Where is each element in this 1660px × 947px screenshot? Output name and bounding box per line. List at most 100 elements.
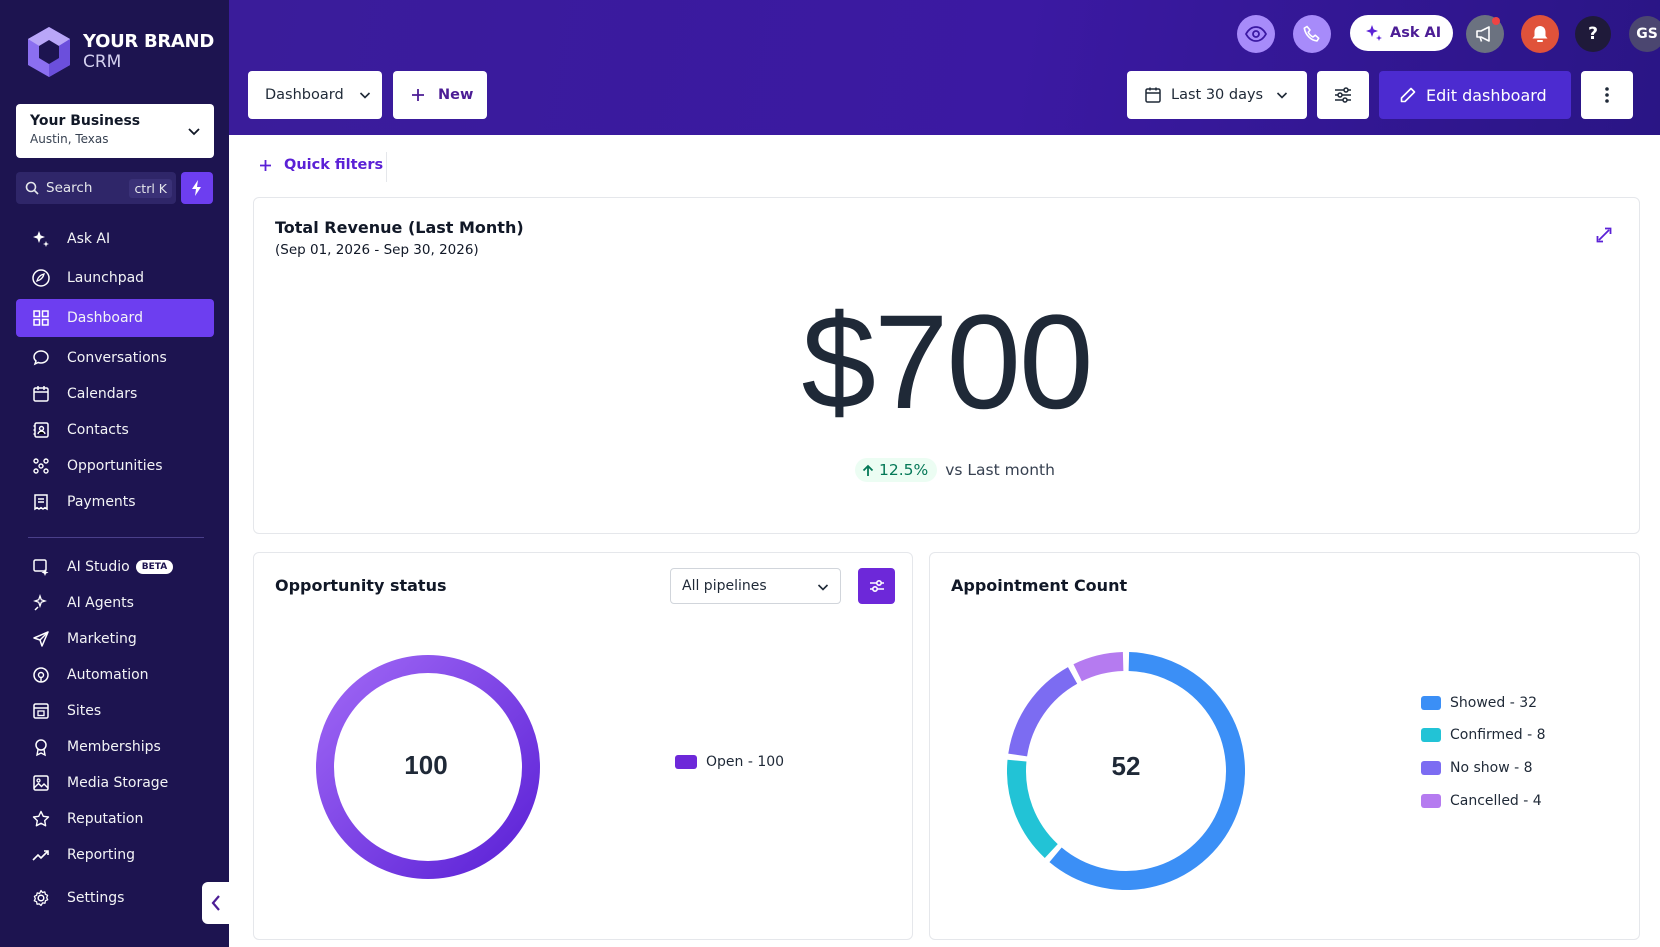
sidebar-item-opportunities[interactable]: Opportunities	[16, 448, 214, 484]
sparkle-icon	[33, 231, 49, 247]
brand-logo[interactable]: YOUR BRAND CRM	[25, 25, 214, 79]
date-range-select[interactable]: Last 30 days	[1127, 71, 1307, 119]
pipeline-select[interactable]: All pipelines	[670, 568, 841, 604]
gear-icon	[33, 889, 49, 907]
sidebar-item-memberships[interactable]: Memberships	[16, 729, 214, 765]
sidebar-item-label: Opportunities	[67, 458, 163, 474]
beta-badge: BETA	[135, 560, 174, 574]
sidebar-item-dashboard[interactable]: Dashboard	[16, 299, 214, 337]
opportunity-filter-button[interactable]	[858, 568, 895, 604]
business-switcher[interactable]: Your Business Austin, Texas	[16, 104, 214, 158]
notifications-button[interactable]	[1521, 15, 1559, 53]
unread-dot	[1492, 17, 1500, 25]
calendar-icon	[33, 386, 49, 402]
sidebar-divider	[28, 537, 204, 538]
automation-icon	[33, 667, 49, 683]
chevron-down-icon	[817, 584, 829, 591]
sidebar-item-calendars[interactable]: Calendars	[16, 376, 214, 412]
sidebar-item-media-storage[interactable]: Media Storage	[16, 765, 214, 801]
collapse-sidebar-button[interactable]	[202, 882, 229, 924]
sidebar-item-conversations[interactable]: Conversations	[16, 340, 214, 376]
sidebar-item-label: Sites	[67, 703, 102, 719]
business-location: Austin, Texas	[30, 132, 109, 146]
phone-button[interactable]	[1293, 15, 1331, 53]
sidebar-item-sites[interactable]: Sites	[16, 693, 214, 729]
sidebar-item-payments[interactable]: Payments	[16, 484, 214, 520]
dashboard-select-value: Dashboard	[265, 87, 344, 103]
arrow-up-icon	[862, 464, 874, 476]
business-name: Your Business	[30, 113, 141, 129]
preview-button[interactable]	[1237, 15, 1275, 53]
more-options-button[interactable]	[1581, 71, 1633, 119]
sidebar-item-ai-agents[interactable]: AI Agents	[16, 585, 214, 621]
total-revenue-card: Total Revenue (Last Month) (Sep 01, 2026…	[253, 197, 1640, 534]
top-header: Ask AI ? GS Dashboard New Last 30 days E…	[229, 0, 1660, 135]
announcements-button[interactable]	[1466, 15, 1504, 53]
plus-icon	[412, 89, 424, 101]
calendar-icon	[1145, 87, 1161, 103]
sidebar-item-label: Reputation	[67, 811, 144, 827]
chevron-left-icon	[211, 895, 220, 911]
donut-slice-cancelled[interactable]	[1073, 652, 1124, 682]
sliders-icon	[1335, 87, 1351, 103]
donut-slice-no-show[interactable]	[1008, 667, 1078, 757]
sidebar-item-label: Conversations	[67, 350, 167, 366]
memberships-icon	[35, 739, 47, 757]
legend-swatch	[675, 755, 697, 769]
edit-dashboard-button[interactable]: Edit dashboard	[1379, 71, 1571, 119]
appointment-title: Appointment Count	[951, 576, 1128, 595]
chevron-down-icon	[188, 128, 200, 136]
sliders-icon	[869, 579, 884, 593]
sidebar-item-settings[interactable]: Settings	[16, 880, 214, 916]
brand-name: YOUR BRAND	[83, 31, 214, 52]
filter-settings-button[interactable]	[1317, 71, 1369, 119]
opportunities-icon	[33, 458, 49, 474]
sidebar-item-label: Contacts	[67, 422, 129, 438]
contacts-icon	[33, 422, 49, 438]
legend-item-showed: Showed - 32	[1421, 695, 1537, 711]
opportunity-title: Opportunity status	[275, 576, 447, 595]
lightning-icon	[192, 180, 201, 196]
help-button[interactable]: ?	[1575, 16, 1611, 52]
quick-actions-button[interactable]	[181, 172, 213, 204]
revenue-value: $700	[801, 288, 1093, 437]
sidebar-nav-primary: Ask AI Launchpad Dashboard Conversations…	[16, 221, 214, 520]
dashboard-select[interactable]: Dashboard	[248, 71, 382, 119]
ai-studio-icon	[33, 559, 49, 576]
sidebar-item-label: Calendars	[67, 386, 138, 402]
sidebar-item-automation[interactable]: Automation	[16, 657, 214, 693]
new-button[interactable]: New	[393, 71, 487, 119]
quick-filters-button[interactable]: Quick filters	[259, 157, 383, 173]
sparkle-icon	[1366, 25, 1382, 41]
kebab-menu-icon	[1605, 87, 1609, 103]
date-range-value: Last 30 days	[1171, 87, 1264, 103]
sidebar-item-reputation[interactable]: Reputation	[16, 801, 214, 837]
search-label: Search	[46, 180, 93, 196]
sidebar-item-label: Payments	[67, 494, 136, 510]
legend-label: Open - 100	[706, 754, 785, 770]
ask-ai-button[interactable]: Ask AI	[1350, 15, 1453, 51]
sidebar-item-label: Automation	[67, 667, 149, 683]
sidebar-item-ask-ai[interactable]: Ask AI	[16, 221, 214, 257]
revenue-date-range: (Sep 01, 2026 - Sep 30, 2026)	[275, 242, 479, 258]
revenue-trend: 12.5% vs Last month	[855, 458, 1055, 482]
question-icon: ?	[1588, 24, 1598, 44]
search-input[interactable]: Search ctrl K	[16, 172, 176, 204]
chevron-down-icon	[1277, 92, 1288, 99]
chat-icon	[33, 350, 49, 366]
sidebar-item-marketing[interactable]: Marketing	[16, 621, 214, 657]
sidebar-item-ai-studio[interactable]: AI Studio BETA	[16, 549, 214, 585]
diagonal-link-icon[interactable]	[1595, 226, 1613, 244]
rocket-icon	[32, 269, 50, 287]
sidebar-item-launchpad[interactable]: Launchpad	[16, 260, 214, 296]
sidebar-nav-secondary: AI Studio BETA AI Agents Marketing Autom…	[16, 549, 214, 916]
image-icon	[33, 775, 49, 791]
sidebar-item-contacts[interactable]: Contacts	[16, 412, 214, 448]
sidebar-item-label: Launchpad	[67, 270, 145, 286]
phone-icon	[1303, 25, 1320, 42]
sidebar-item-label: Reporting	[67, 847, 136, 863]
donut-slice-confirmed[interactable]	[1007, 759, 1058, 858]
sidebar-item-reporting[interactable]: Reporting	[16, 837, 214, 873]
user-avatar[interactable]: GS	[1629, 16, 1660, 52]
legend-item-cancelled: Cancelled - 4	[1421, 793, 1542, 809]
